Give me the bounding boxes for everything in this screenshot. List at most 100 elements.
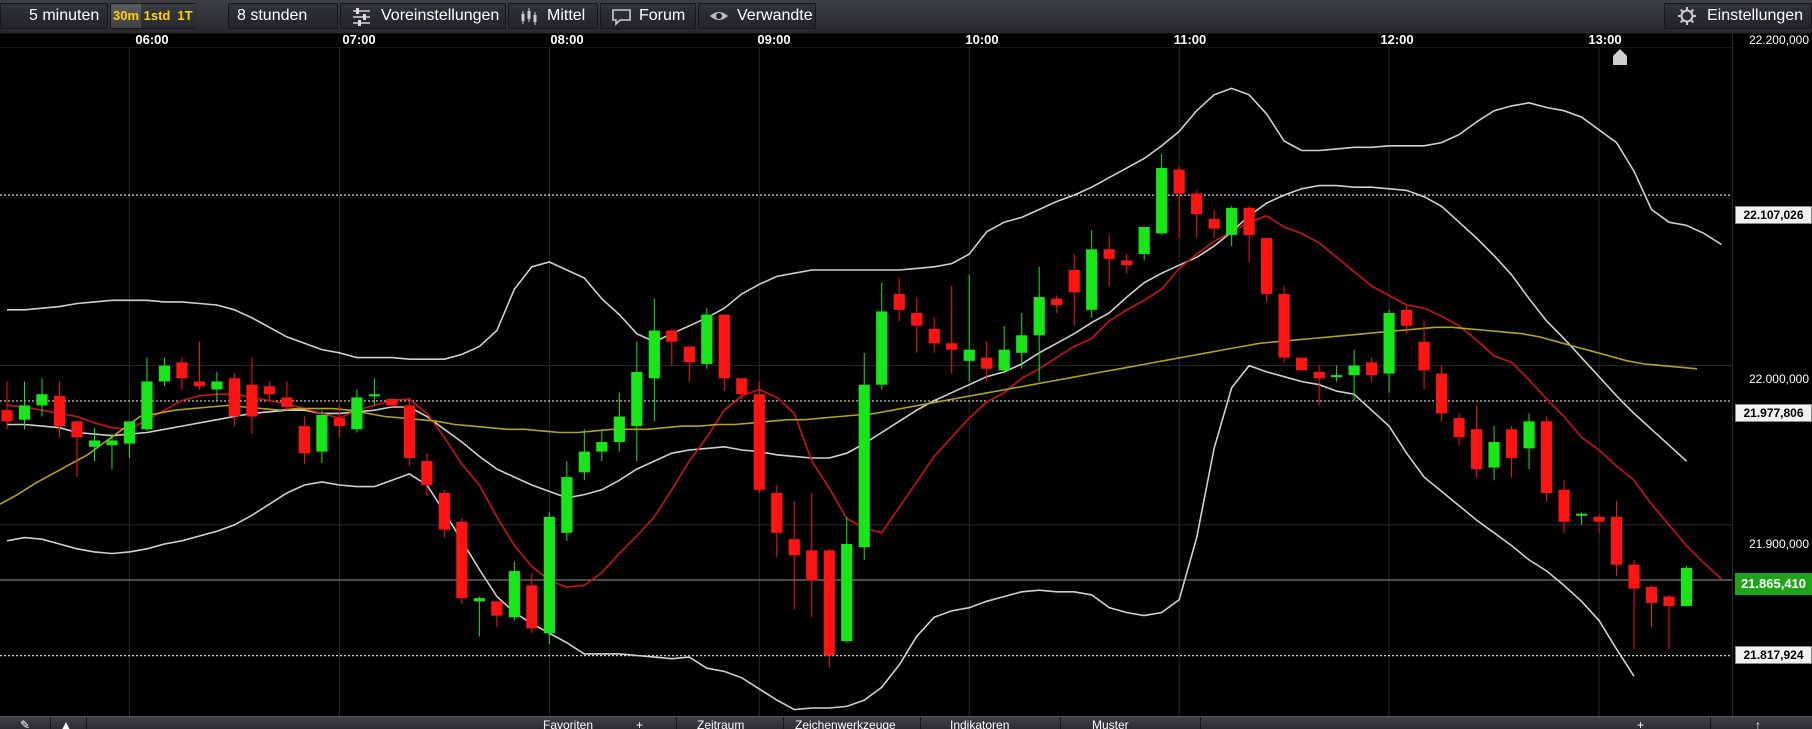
expand-icon[interactable]: ↑ <box>1755 717 1761 729</box>
candle-body <box>421 461 433 486</box>
candle-body <box>403 405 415 458</box>
bullish-candle <box>561 461 573 541</box>
bullish-candle <box>543 512 555 645</box>
bullish-candle <box>141 357 153 431</box>
candle-body <box>1331 375 1343 378</box>
forum-label: Forum <box>639 7 686 24</box>
candle-body <box>701 314 713 364</box>
tab-period[interactable]: Zeitraum <box>697 717 744 729</box>
price-marker: 22.107,026 <box>1735 206 1812 224</box>
candles-icon <box>521 8 537 25</box>
bearish-candle <box>403 397 415 466</box>
bullish-candle <box>1488 426 1500 481</box>
candle-body <box>368 394 380 397</box>
bullish-candle <box>578 429 590 481</box>
bearish-candle <box>788 500 800 610</box>
candle-body <box>298 426 311 454</box>
add-icon[interactable]: + <box>636 717 643 729</box>
candle-body <box>1051 298 1063 306</box>
tab-drawing-tools[interactable]: Zeichenwerkzeuge <box>795 717 896 729</box>
bearish-candle <box>718 314 730 392</box>
time-tick: 11:00 <box>1173 32 1207 47</box>
bearish-candle <box>771 485 783 557</box>
candle-body <box>963 349 975 361</box>
bearish-candle <box>1505 426 1518 478</box>
bullish-candle <box>158 357 171 387</box>
period-dropdown[interactable]: 8 stunden <box>228 3 338 29</box>
candle-body <box>1068 270 1080 293</box>
bullish-candle <box>1086 230 1098 318</box>
timeframe-group: 30m 1std 1T <box>110 3 197 29</box>
interval-dropdown[interactable]: 5 minuten <box>0 3 108 29</box>
candle-body <box>1593 516 1605 522</box>
candle-body <box>1610 516 1623 565</box>
candle-body <box>88 440 101 447</box>
scroll-to-latest-icon[interactable] <box>1613 49 1627 65</box>
bullish-candle <box>368 378 380 406</box>
related-button[interactable]: Verwandte <box>698 3 816 29</box>
candle-body <box>1540 421 1553 493</box>
candle-body <box>123 421 136 444</box>
bullish-candle <box>88 427 101 462</box>
candle-body <box>1033 297 1045 336</box>
bullish-candle <box>613 392 625 452</box>
candle-body <box>508 571 520 618</box>
candle-body <box>1313 371 1325 379</box>
time-tick: 10:00 <box>965 32 999 47</box>
add-panel-icon[interactable]: + <box>1637 717 1644 729</box>
bearish-candle <box>1278 285 1290 363</box>
settings-label: Einstellungen <box>1707 7 1804 24</box>
lock-icon[interactable]: ▲ <box>60 717 72 729</box>
average-button[interactable]: Mittel <box>508 3 598 29</box>
bearish-candle <box>1628 559 1640 650</box>
bearish-candle <box>1610 500 1623 576</box>
presets-button[interactable]: Voreinstellungen <box>340 3 506 29</box>
candle-body <box>683 346 695 363</box>
chart-toolbar: 5 minuten 30m 1std 1T 8 stunden Voreinst… <box>0 0 1812 34</box>
time-axis: 06:00 07:00 08:00 09:00 10:00 11:00 12:0… <box>0 33 1732 47</box>
bearish-candle <box>1593 513 1605 533</box>
bearish-candle <box>1663 594 1675 650</box>
timeframe-1std-button[interactable]: 1std <box>141 4 173 28</box>
bearish-candle <box>1121 254 1133 274</box>
bollinger-upper-line <box>7 87 1722 361</box>
bearish-candle <box>1208 209 1220 239</box>
candle-body <box>928 328 940 344</box>
candle-body <box>71 421 83 438</box>
candle-body <box>998 349 1010 371</box>
bullish-candle <box>701 308 713 369</box>
candle-body <box>316 414 328 452</box>
eye-icon <box>710 12 728 20</box>
bullish-candle <box>1226 206 1238 247</box>
bullish-candle <box>351 389 363 433</box>
timeframe-30m-button[interactable]: 30m <box>111 4 141 28</box>
tab-indicators[interactable]: Indikatoren <box>950 717 1009 729</box>
candle-body <box>753 394 765 490</box>
bullish-candle <box>648 298 660 422</box>
pencil-icon[interactable]: ✎ <box>20 717 30 729</box>
bearish-candle <box>1645 585 1658 627</box>
bearish-candle <box>928 317 940 353</box>
candle-body <box>613 416 625 443</box>
forum-button[interactable]: Forum <box>600 3 696 29</box>
tab-favorites[interactable]: Favoriten <box>543 717 593 729</box>
price-chart[interactable] <box>0 47 1732 716</box>
tab-patterns[interactable]: Muster <box>1092 717 1129 729</box>
bearish-candle <box>71 421 83 478</box>
candle-body <box>1680 567 1693 607</box>
candle-body <box>666 330 678 342</box>
timeframe-1t-button[interactable]: 1T <box>173 4 197 28</box>
candle-body <box>893 293 905 310</box>
settings-button[interactable]: Einstellungen <box>1664 3 1812 29</box>
candle-body <box>333 418 346 427</box>
candle-body <box>1278 293 1290 358</box>
candle-body <box>1086 249 1098 310</box>
candle-body <box>456 521 468 599</box>
candle-body <box>228 378 241 417</box>
candle-body <box>1383 313 1395 374</box>
bearish-candle <box>946 285 958 374</box>
candle-body <box>631 371 643 427</box>
candle-body <box>718 314 730 379</box>
candle-body <box>1121 260 1133 266</box>
bullish-candle <box>316 410 328 463</box>
